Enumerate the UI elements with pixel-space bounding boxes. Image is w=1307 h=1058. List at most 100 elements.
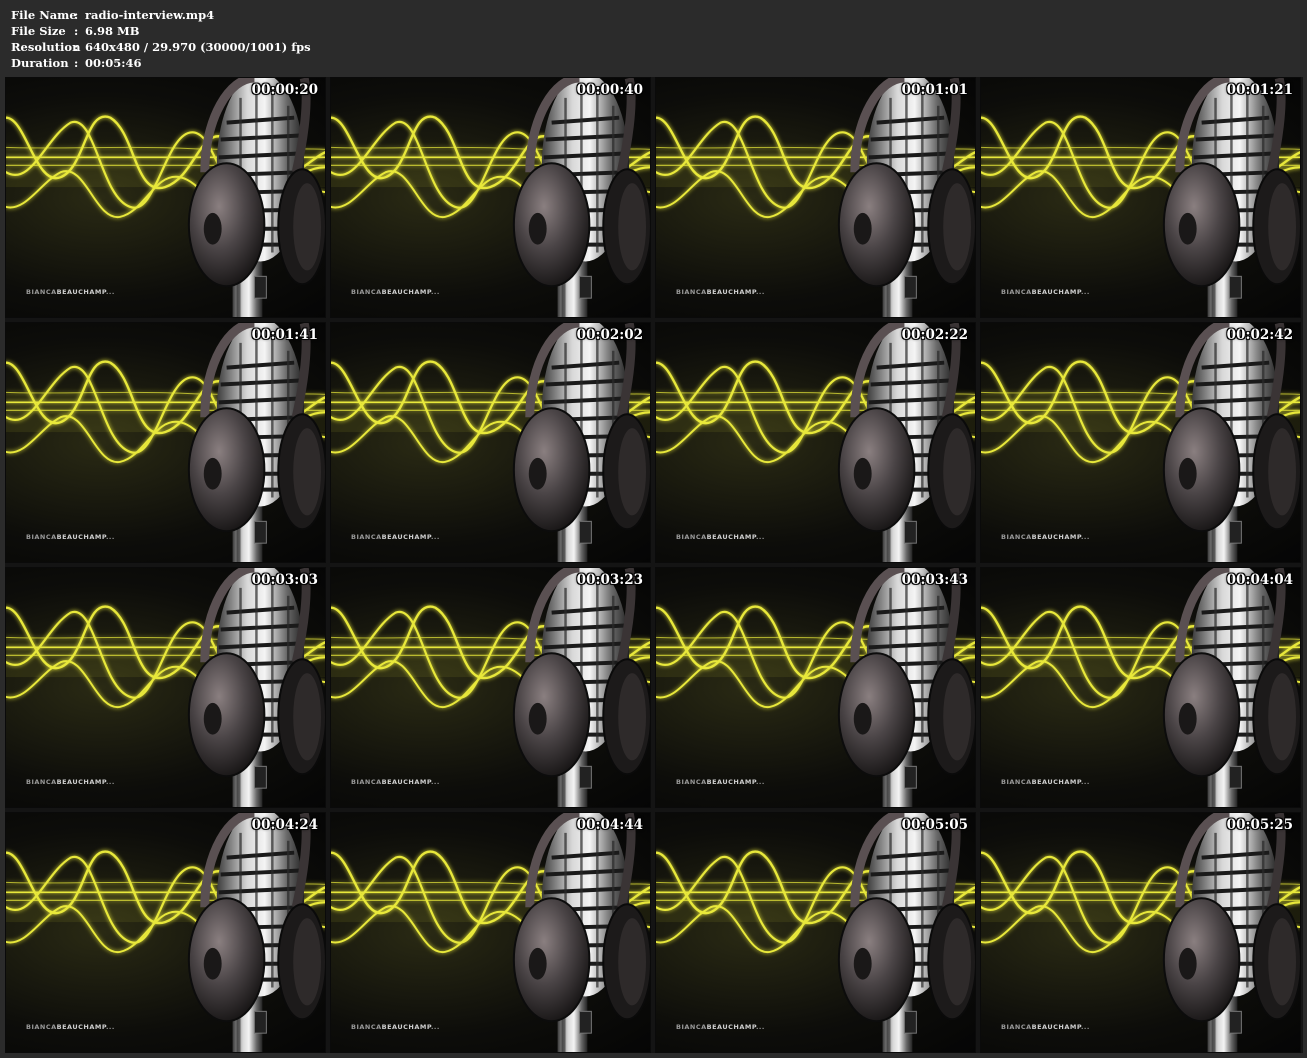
video-thumbnail[interactable]: 00:01:41 BIANCABEAUCHAMP... bbox=[5, 322, 326, 563]
watermark-part1: BIANCA bbox=[26, 1023, 57, 1031]
video-thumbnail[interactable]: 00:03:23 BIANCABEAUCHAMP... bbox=[330, 567, 651, 808]
watermark-part2: BEAUCHAMP bbox=[1031, 778, 1081, 786]
video-thumbnail[interactable]: 00:00:40 BIANCABEAUCHAMP... bbox=[330, 77, 651, 318]
watermark-part2: BEAUCHAMP bbox=[381, 533, 431, 541]
watermark-part2: BEAUCHAMP bbox=[56, 778, 106, 786]
watermark-part2: BEAUCHAMP bbox=[706, 1023, 756, 1031]
info-value: radio-interview.mp4 bbox=[85, 8, 215, 22]
watermark-suffix: ... bbox=[105, 288, 115, 296]
watermark-text: BIANCABEAUCHAMP... bbox=[1001, 288, 1090, 296]
watermark-part2: BEAUCHAMP bbox=[706, 533, 756, 541]
video-thumbnail[interactable]: 00:02:42 BIANCABEAUCHAMP... bbox=[980, 322, 1301, 563]
video-thumbnail[interactable]: 00:02:22 BIANCABEAUCHAMP... bbox=[655, 322, 976, 563]
microphone-headphones-image bbox=[656, 323, 975, 562]
watermark-suffix: ... bbox=[105, 778, 115, 786]
watermark-text: BIANCABEAUCHAMP... bbox=[676, 778, 765, 786]
timestamp-label: 00:03:23 bbox=[576, 572, 643, 588]
timestamp-label: 00:03:03 bbox=[251, 572, 318, 588]
microphone-headphones-image bbox=[981, 78, 1300, 317]
watermark-part2: BEAUCHAMP bbox=[56, 288, 106, 296]
watermark-suffix: ... bbox=[105, 533, 115, 541]
timestamp-label: 00:01:01 bbox=[901, 82, 968, 98]
watermark-part1: BIANCA bbox=[676, 778, 707, 786]
file-info-panel: File Name : radio-interview.mp4 File Siz… bbox=[11, 7, 311, 71]
microphone-headphones-image bbox=[656, 568, 975, 807]
video-thumbnail[interactable]: 00:01:01 BIANCABEAUCHAMP... bbox=[655, 77, 976, 318]
watermark-suffix: ... bbox=[105, 1023, 115, 1031]
microphone-headphones-image bbox=[656, 813, 975, 1052]
watermark-suffix: ... bbox=[1080, 1023, 1090, 1031]
watermark-part2: BEAUCHAMP bbox=[56, 1023, 106, 1031]
video-thumbnail[interactable]: 00:04:24 BIANCABEAUCHAMP... bbox=[5, 812, 326, 1053]
timestamp-label: 00:04:04 bbox=[1226, 572, 1293, 588]
timestamp-label: 00:02:02 bbox=[576, 327, 643, 343]
watermark-part2: BEAUCHAMP bbox=[381, 778, 431, 786]
video-thumbnail[interactable]: 00:00:20 BIANCABEAUCHAMP... bbox=[5, 77, 326, 318]
watermark-text: BIANCABEAUCHAMP... bbox=[351, 778, 440, 786]
info-label: Duration bbox=[11, 56, 69, 70]
watermark-text: BIANCABEAUCHAMP... bbox=[676, 1023, 765, 1031]
info-label: File Name bbox=[11, 8, 77, 22]
info-row-file-name: File Name : radio-interview.mp4 bbox=[11, 7, 311, 23]
microphone-headphones-image bbox=[6, 813, 325, 1052]
info-separator: : bbox=[74, 8, 79, 22]
microphone-headphones-image bbox=[331, 568, 650, 807]
video-thumbnail[interactable]: 00:05:05 BIANCABEAUCHAMP... bbox=[655, 812, 976, 1053]
watermark-part1: BIANCA bbox=[676, 533, 707, 541]
watermark-part1: BIANCA bbox=[26, 778, 57, 786]
info-value: 00:05:46 bbox=[85, 56, 142, 70]
info-value: 640x480 / 29.970 (30000/1001) fps bbox=[85, 40, 311, 54]
watermark-text: BIANCABEAUCHAMP... bbox=[26, 1023, 115, 1031]
watermark-suffix: ... bbox=[1080, 778, 1090, 786]
watermark-part2: BEAUCHAMP bbox=[1031, 1023, 1081, 1031]
watermark-part1: BIANCA bbox=[351, 288, 382, 296]
watermark-suffix: ... bbox=[430, 533, 440, 541]
timestamp-label: 00:02:22 bbox=[901, 327, 968, 343]
watermark-part1: BIANCA bbox=[1001, 288, 1032, 296]
watermark-part2: BEAUCHAMP bbox=[381, 1023, 431, 1031]
info-value: 6.98 MB bbox=[85, 24, 140, 38]
timestamp-label: 00:01:41 bbox=[251, 327, 318, 343]
timestamp-label: 00:01:21 bbox=[1226, 82, 1293, 98]
watermark-part1: BIANCA bbox=[351, 1023, 382, 1031]
watermark-text: BIANCABEAUCHAMP... bbox=[1001, 533, 1090, 541]
info-row-duration: Duration : 00:05:46 bbox=[11, 55, 311, 71]
timestamp-label: 00:04:44 bbox=[576, 817, 643, 833]
microphone-headphones-image bbox=[981, 323, 1300, 562]
watermark-suffix: ... bbox=[430, 1023, 440, 1031]
timestamp-label: 00:00:40 bbox=[576, 82, 643, 98]
thumbnail-grid: 00:00:20 BIANCABEAUCHAMP... 00:00:40 BIA… bbox=[5, 77, 1303, 1053]
microphone-headphones-image bbox=[981, 568, 1300, 807]
watermark-text: BIANCABEAUCHAMP... bbox=[676, 533, 765, 541]
info-separator: : bbox=[74, 40, 79, 54]
video-thumbnail[interactable]: 00:03:03 BIANCABEAUCHAMP... bbox=[5, 567, 326, 808]
video-thumbnail[interactable]: 00:04:04 BIANCABEAUCHAMP... bbox=[980, 567, 1301, 808]
microphone-headphones-image bbox=[331, 78, 650, 317]
watermark-part1: BIANCA bbox=[26, 288, 57, 296]
watermark-part1: BIANCA bbox=[351, 533, 382, 541]
microphone-headphones-image bbox=[331, 323, 650, 562]
video-thumbnail[interactable]: 00:05:25 BIANCABEAUCHAMP... bbox=[980, 812, 1301, 1053]
timestamp-label: 00:05:05 bbox=[901, 817, 968, 833]
info-separator: : bbox=[74, 56, 79, 70]
video-thumbnail[interactable]: 00:01:21 BIANCABEAUCHAMP... bbox=[980, 77, 1301, 318]
video-thumbnail[interactable]: 00:03:43 BIANCABEAUCHAMP... bbox=[655, 567, 976, 808]
timestamp-label: 00:03:43 bbox=[901, 572, 968, 588]
watermark-part1: BIANCA bbox=[676, 288, 707, 296]
video-thumbnail[interactable]: 00:04:44 BIANCABEAUCHAMP... bbox=[330, 812, 651, 1053]
info-label: File Size bbox=[11, 24, 66, 38]
watermark-text: BIANCABEAUCHAMP... bbox=[26, 288, 115, 296]
info-row-resolution: Resolution : 640x480 / 29.970 (30000/100… bbox=[11, 39, 311, 55]
watermark-part1: BIANCA bbox=[1001, 1023, 1032, 1031]
video-thumbnail[interactable]: 00:02:02 BIANCABEAUCHAMP... bbox=[330, 322, 651, 563]
watermark-suffix: ... bbox=[1080, 288, 1090, 296]
watermark-text: BIANCABEAUCHAMP... bbox=[26, 778, 115, 786]
watermark-text: BIANCABEAUCHAMP... bbox=[351, 1023, 440, 1031]
watermark-suffix: ... bbox=[1080, 533, 1090, 541]
watermark-suffix: ... bbox=[755, 288, 765, 296]
microphone-headphones-image bbox=[656, 78, 975, 317]
watermark-suffix: ... bbox=[430, 288, 440, 296]
watermark-part2: BEAUCHAMP bbox=[381, 288, 431, 296]
info-label: Resolution bbox=[11, 40, 81, 54]
microphone-headphones-image bbox=[981, 813, 1300, 1052]
